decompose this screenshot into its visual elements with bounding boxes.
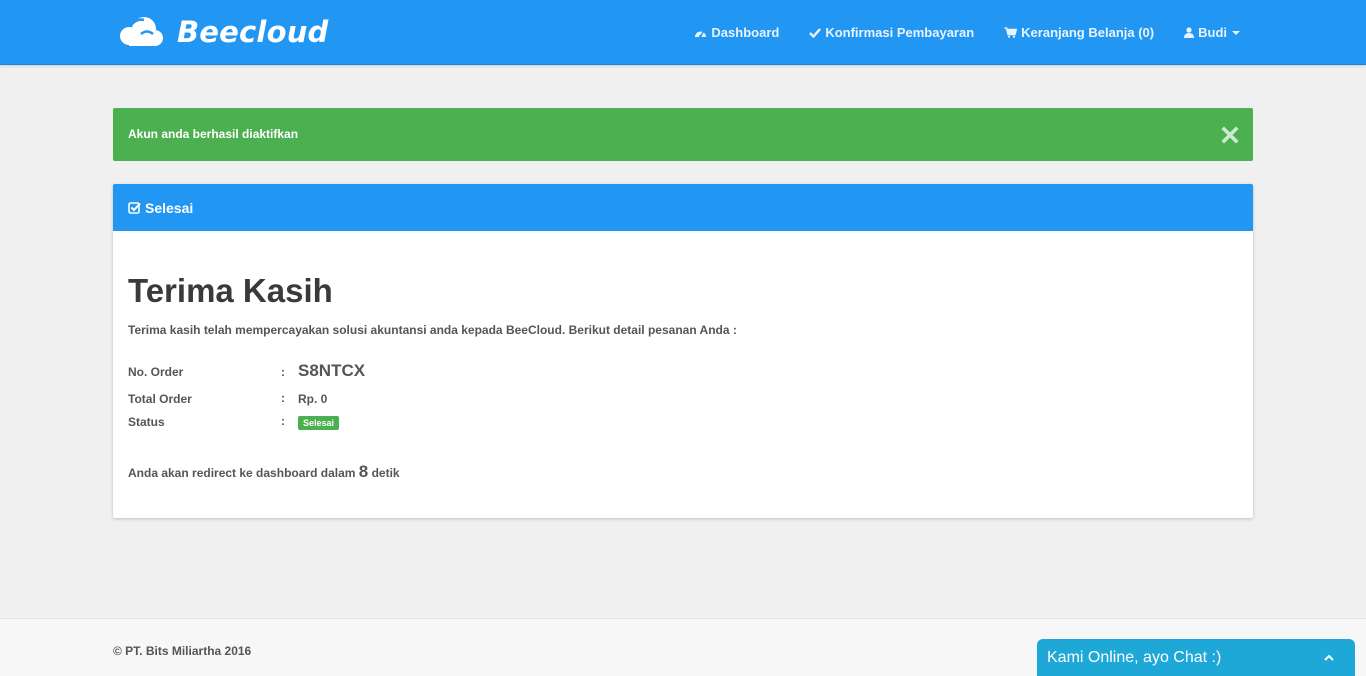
redirect-countdown: 8 xyxy=(358,462,369,481)
order-number-label: No. Order xyxy=(128,365,184,379)
top-navbar: Beecloud Dashboard Konfirmasi Pembayaran… xyxy=(0,0,1366,65)
nav-dashboard[interactable]: Dashboard xyxy=(694,25,779,40)
brand-logo[interactable]: Beecloud xyxy=(117,14,329,50)
page-title: Terima Kasih xyxy=(128,272,333,309)
order-complete-panel: Selesai Terima Kasih Terima kasih telah … xyxy=(113,184,1253,518)
chevron-down-icon xyxy=(1232,30,1240,35)
success-alert: Akun anda berhasil diaktifkan xyxy=(113,108,1253,161)
thank-you-message: Terima kasih telah mempercayakan solusi … xyxy=(128,323,737,337)
total-order-value: Rp. 0 xyxy=(298,392,328,406)
nav-cart[interactable]: Keranjang Belanja (0) xyxy=(1004,25,1154,40)
order-number-colon: : xyxy=(281,365,285,379)
total-order-colon: : xyxy=(281,391,285,405)
nav-cart-label: Keranjang Belanja (0) xyxy=(1021,25,1155,40)
chat-label: Kami Online, ayo Chat :) xyxy=(1047,649,1222,666)
order-number-value: S8NTCX xyxy=(298,361,366,380)
status-label: Status xyxy=(128,415,165,429)
cloud-icon xyxy=(120,17,163,46)
nav-payment-confirmation[interactable]: Konfirmasi Pembayaran xyxy=(809,25,974,40)
brand-name: Beecloud xyxy=(177,15,329,49)
redirect-text-after: detik xyxy=(371,466,400,480)
main-nav: Dashboard Konfirmasi Pembayaran Keranjan… xyxy=(664,0,1240,65)
cart-icon xyxy=(1004,27,1018,38)
panel-heading: Selesai xyxy=(113,184,1253,231)
copyright-text: © PT. Bits Miliartha 2016 xyxy=(113,644,252,658)
redirect-message: Anda akan redirect ke dashboard dalam 8 … xyxy=(128,462,400,482)
panel-title: Selesai xyxy=(145,199,194,216)
live-chat-widget[interactable]: Kami Online, ayo Chat :) xyxy=(1037,639,1355,676)
dashboard-icon xyxy=(695,31,707,38)
nav-user-label: Budi xyxy=(1198,25,1227,40)
total-order-label: Total Order xyxy=(128,392,192,406)
nav-user-menu[interactable]: Budi xyxy=(1184,25,1240,40)
nav-dashboard-label: Dashboard xyxy=(711,25,780,40)
status-colon: : xyxy=(281,414,285,428)
check-icon xyxy=(809,28,822,38)
chevron-up-icon[interactable] xyxy=(1323,652,1335,664)
close-icon[interactable] xyxy=(1221,126,1239,144)
alert-message: Akun anda berhasil diaktifkan xyxy=(128,127,299,141)
checkbox-checked-icon xyxy=(128,202,141,214)
redirect-text-before: Anda akan redirect ke dashboard dalam xyxy=(128,466,356,480)
nav-payment-confirmation-label: Konfirmasi Pembayaran xyxy=(825,25,975,40)
user-icon xyxy=(1184,27,1195,38)
status-badge: Selesai xyxy=(298,416,340,430)
